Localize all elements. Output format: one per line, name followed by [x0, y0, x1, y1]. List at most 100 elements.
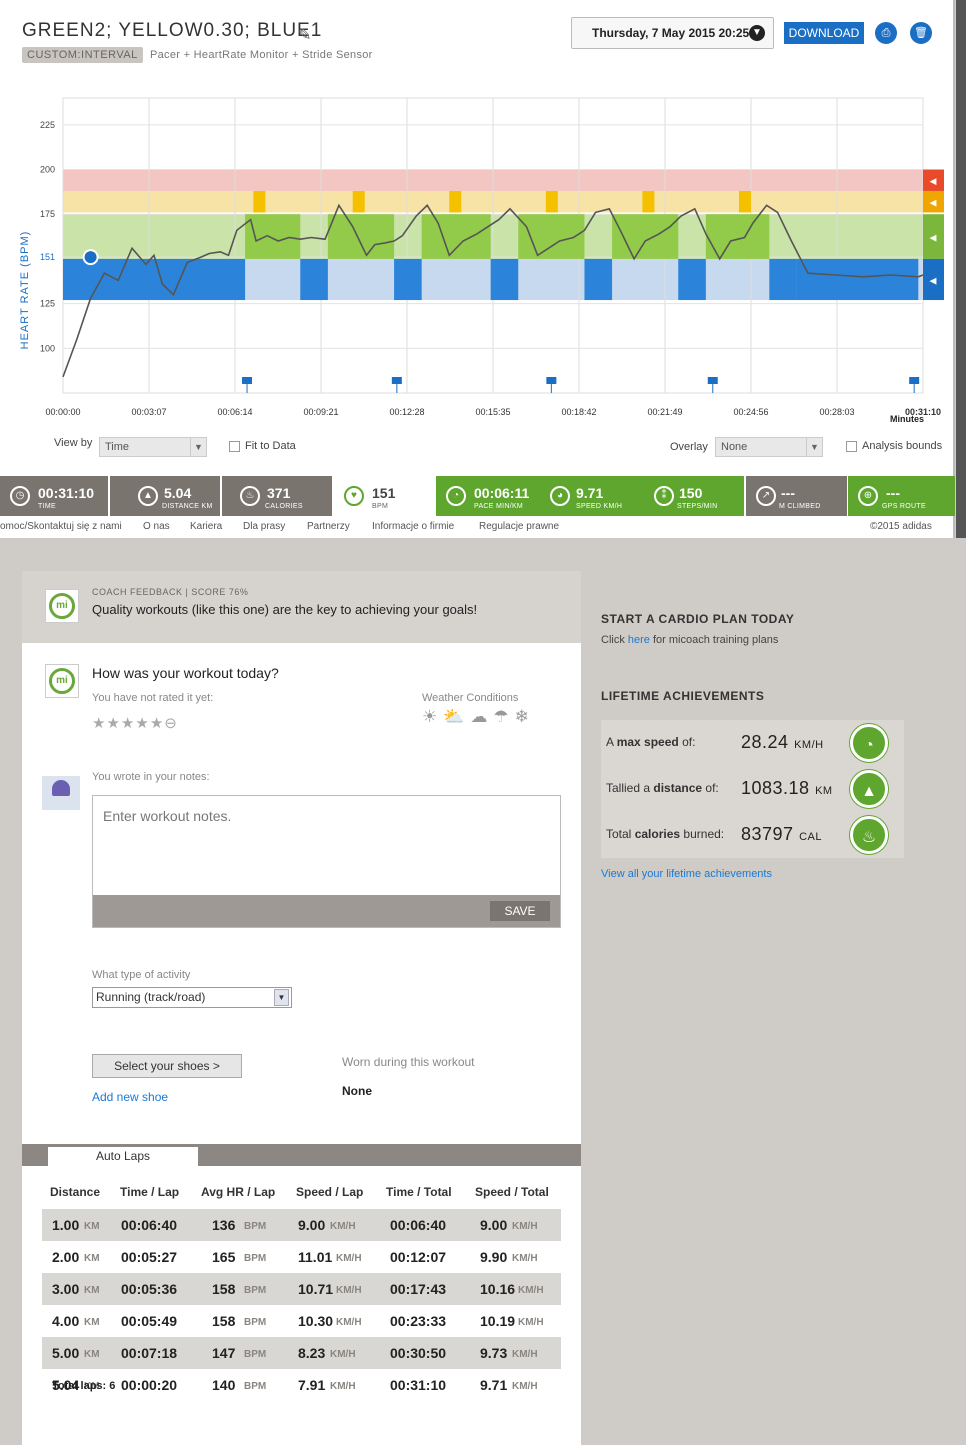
star-icon[interactable]: ★ — [121, 715, 135, 732]
x-tick-label: 00:28:03 — [819, 407, 854, 417]
print-icon[interactable]: ⎙ — [875, 22, 897, 44]
snow-icon[interactable]: ❄ — [515, 707, 535, 726]
stat-calories[interactable]: ♨ 371 CALORIES — [222, 476, 332, 516]
achievement-row: Total calories burned: 83797 CAL ♨ — [601, 812, 904, 858]
lap-flag-icon[interactable] — [909, 377, 920, 384]
overlay-select[interactable]: None ▼ — [715, 437, 823, 457]
peak-marker — [738, 190, 751, 213]
ach-value: 1083.18 — [741, 778, 810, 798]
add-new-shoe-link[interactable]: Add new shoe — [92, 1090, 168, 1104]
fit-to-data-checkbox[interactable] — [229, 441, 240, 452]
star-rating[interactable]: ★★★★★⊖ — [92, 714, 178, 732]
view-all-achievements-link[interactable]: View all your lifetime achievements — [601, 868, 772, 880]
table-cell: 8.23 — [298, 1345, 326, 1361]
stat-bpm[interactable]: ♥ 151 BPM — [334, 476, 436, 516]
worn-value: None — [342, 1084, 372, 1098]
table-cell: 136 — [212, 1217, 236, 1233]
stat-pace[interactable]: ◔ 00:06:11 PACE MIN/KM — [436, 476, 546, 516]
column-header: Time / Lap — [120, 1185, 180, 1199]
heart-marker-icon[interactable] — [82, 249, 99, 266]
select-shoes-button[interactable]: Select your shoes > — [92, 1054, 242, 1078]
footer-link[interactable]: Dla prasy — [243, 521, 285, 532]
star-icon[interactable]: ★ — [106, 715, 120, 732]
climb-arrow-icon: ↗ — [756, 486, 776, 506]
trash-icon[interactable]: 🗑 — [910, 22, 932, 44]
ach-suffix: of: — [682, 735, 696, 749]
chevron-down-icon: ▼ — [274, 989, 289, 1006]
table-cell: 10.16 — [480, 1281, 516, 1297]
table-cell: 9.90 — [480, 1249, 508, 1265]
footer-link[interactable]: Informacje o firmie — [372, 521, 454, 532]
interval-block — [769, 258, 797, 301]
cloud-icon[interactable]: ☁ — [470, 707, 493, 726]
unit-label: KM/H — [330, 1381, 356, 1392]
interval-block — [394, 258, 422, 301]
activity-select[interactable]: Running (track/road) ▼ — [92, 987, 292, 1008]
stat-value: 5.04 — [164, 485, 192, 501]
table-cell: 00:05:36 — [121, 1281, 178, 1297]
interval-block — [796, 258, 919, 301]
table-row: 1.00 KM 00:06:40 136 BPM 9.00 KM/H 00:06:40 9.00… — [42, 1209, 561, 1241]
unit-label: KM/H — [336, 1317, 362, 1328]
y-tick-label: 225 — [40, 120, 55, 130]
coach-feedback-header: mi COACH FEEDBACK | SCORE 76% Quality wo… — [22, 571, 581, 643]
clear-rating-icon[interactable]: ⊖ — [164, 715, 178, 732]
laps-tabbar: Auto Laps — [22, 1144, 581, 1167]
footer-link[interactable]: Kariera — [190, 521, 222, 532]
overlay-value: None — [721, 441, 748, 453]
column-header: Speed / Lap — [296, 1185, 364, 1199]
sun-icon[interactable]: ☀ — [422, 707, 443, 726]
stat-steps[interactable]: ⁑ 150 STEPS/MIN — [644, 476, 744, 516]
viewby-select[interactable]: Time ▼ — [99, 437, 207, 457]
lap-flag-icon[interactable] — [242, 377, 253, 384]
interval-block — [245, 214, 301, 259]
footer-link[interactable]: omoc/Skontaktuj się z nami — [0, 521, 122, 532]
table-cell: 2.00 — [52, 1249, 80, 1265]
stat-climbed[interactable]: ↗ --- M CLIMBED — [746, 476, 847, 516]
footer-link[interactable]: Partnerzy — [307, 521, 350, 532]
date-selector[interactable]: Thursday, 7 May 2015 20:25 ▼ — [571, 17, 774, 49]
x-tick-label: 00:03:07 — [131, 407, 166, 417]
table-row: 5.00 KM 00:07:18 147 BPM 8.23 KM/H 00:30:50 9.73… — [42, 1337, 561, 1369]
partly-cloudy-icon[interactable]: ⛅ — [443, 707, 470, 726]
lap-flag-icon[interactable] — [707, 377, 718, 384]
column-header: Speed / Total — [475, 1185, 549, 1199]
lap-flag-icon[interactable] — [391, 377, 402, 384]
stat-speed[interactable]: ◕ 9.71 SPEED KM/H — [546, 476, 644, 516]
peak-marker — [545, 190, 558, 213]
star-icon[interactable]: ★ — [92, 715, 106, 732]
ach-bold: max speed — [616, 735, 679, 749]
lap-flag-icon[interactable] — [546, 377, 557, 384]
save-button[interactable]: SAVE — [490, 901, 550, 921]
heart-rate-chart[interactable]: 00:00:00 00:03:07 00:06:14 00:09:21 00:12:28… — [0, 90, 955, 430]
stat-gps-route[interactable]: ⊕ --- GPS ROUTE — [848, 476, 955, 516]
table-cell: 00:00:20 — [121, 1377, 178, 1393]
cardio-here-link[interactable]: here — [628, 634, 650, 646]
gps-target-icon: ⊕ — [858, 486, 878, 506]
total-laps: Total laps: 6 — [52, 1380, 116, 1392]
stat-time[interactable]: ◷ 00:31:10 TIME — [0, 476, 108, 516]
tab-auto-laps[interactable]: Auto Laps — [48, 1147, 198, 1167]
ach-prefix: Total — [606, 827, 632, 841]
notes-toolbar: SAVE — [93, 895, 560, 927]
star-icon[interactable]: ★ — [135, 715, 149, 732]
rain-icon[interactable]: ☂ — [493, 707, 514, 726]
star-icon[interactable]: ★ — [150, 715, 164, 732]
stat-distance[interactable]: ▲ 5.04 DISTANCE KM — [110, 476, 220, 516]
peak-marker — [449, 190, 462, 213]
table-cell: 4.00 — [52, 1313, 80, 1329]
table-cell: 158 — [212, 1281, 236, 1297]
workout-title: GREEN2; YELLOW0.30; BLUE1 — [22, 20, 323, 41]
x-tick-label: 00:24:56 — [733, 407, 768, 417]
download-button[interactable]: DOWNLOAD — [784, 22, 864, 44]
stat-value: 151 — [372, 485, 396, 501]
notes-label: You wrote in your notes: — [92, 771, 210, 783]
table-cell: 10.71 — [298, 1281, 334, 1297]
footer-link[interactable]: Regulacje prawne — [479, 521, 559, 532]
notes-textarea[interactable]: Enter workout notes. SAVE — [92, 795, 561, 928]
footer-link[interactable]: O nas — [143, 521, 170, 532]
edit-pencil-icon[interactable]: ✎ — [298, 25, 311, 45]
table-cell: 9.00 — [298, 1217, 326, 1233]
analysis-bounds-checkbox[interactable] — [846, 441, 857, 452]
stat-value: --- — [781, 485, 795, 501]
